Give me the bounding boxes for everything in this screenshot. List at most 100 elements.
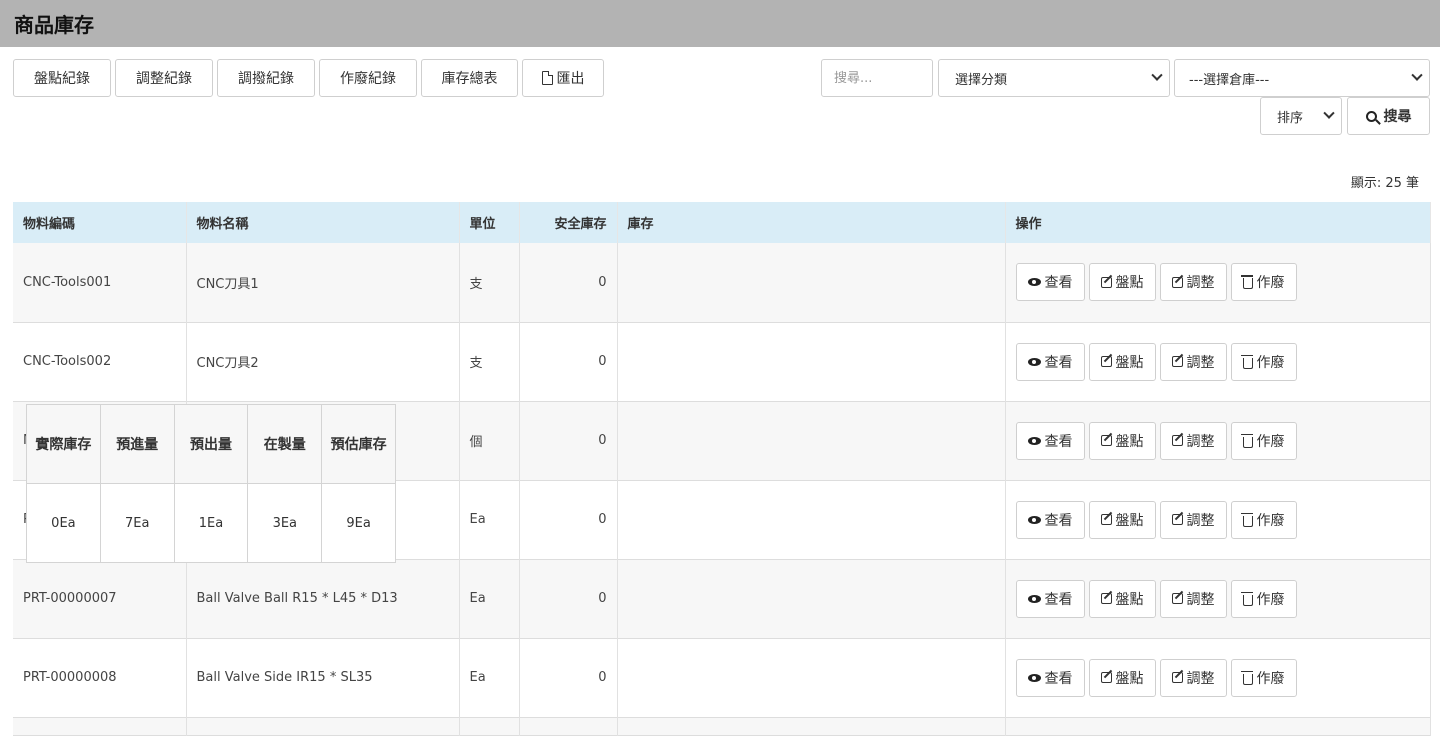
transfer-record-button[interactable]: 調撥紀錄: [217, 59, 315, 97]
adjust-label: 調整: [1186, 591, 1215, 608]
view-label: 查看: [1044, 512, 1073, 529]
actions-cell: 查看 盤點 調整 作廢: [1005, 243, 1431, 322]
actions-cell: 查看 盤點 調整 作廢: [1005, 480, 1431, 559]
export-button[interactable]: 匯出: [522, 59, 604, 97]
stock-header-cell: 預進量: [99, 404, 175, 484]
safety-stock: 0: [519, 322, 618, 401]
view-label: 查看: [1044, 670, 1073, 687]
edit-icon: [1100, 514, 1112, 525]
void-button[interactable]: 作廢: [1230, 500, 1297, 539]
view-button[interactable]: 查看: [1015, 342, 1085, 381]
safety-stock: 0: [519, 243, 618, 322]
stocktake-button[interactable]: 盤點: [1088, 658, 1156, 697]
edit-icon: [1171, 514, 1183, 525]
table-row: PRT-00000008 Ball Valve Side IR15 * SL35…: [13, 404, 1431, 717]
table-row: CNC-Tools002 CNC刀具2 支 0 實際庫存預進量預出量在製量預估庫…: [13, 322, 1431, 563]
eye-icon: [1027, 673, 1041, 682]
table-row: CNC-Tools001 CNC刀具1 支 0 實際庫存預進量預出量在製量預估庫…: [13, 243, 1431, 563]
eye-icon: [1027, 594, 1041, 603]
search-button[interactable]: 搜尋: [1347, 97, 1430, 135]
warehouse-select[interactable]: ---選擇倉庫---: [1174, 59, 1430, 97]
edit-icon: [1100, 593, 1112, 604]
material-code: CNC-Tools001: [13, 243, 187, 322]
file-icon: [541, 70, 553, 85]
column-header-safety-stock[interactable]: 安全庫存: [519, 202, 618, 243]
edit-icon: [1100, 356, 1112, 367]
trash-icon: [1241, 433, 1253, 448]
adjust-label: 調整: [1186, 670, 1215, 687]
edit-icon: [1171, 356, 1183, 367]
eye-icon: [1027, 515, 1041, 524]
safety-stock: 0: [519, 638, 618, 717]
edit-icon: [1171, 435, 1183, 446]
actions-cell: 查看 盤點 調整 作廢: [1005, 401, 1431, 480]
stocktake-button[interactable]: 盤點: [1088, 263, 1156, 302]
trash-icon: [1241, 670, 1253, 685]
column-header-unit[interactable]: 單位: [459, 202, 520, 243]
void-label: 作廢: [1256, 670, 1285, 687]
stocktake-button[interactable]: 盤點: [1088, 342, 1156, 381]
void-button[interactable]: 作廢: [1230, 263, 1297, 302]
adjust-button[interactable]: 調整: [1159, 579, 1227, 618]
column-header-code[interactable]: 物料編碼: [13, 202, 187, 243]
category-select-value: 選擇分類: [955, 72, 1008, 88]
void-button[interactable]: 作廢: [1230, 342, 1297, 381]
category-select[interactable]: 選擇分類: [938, 59, 1170, 97]
view-button[interactable]: 查看: [1015, 263, 1085, 302]
adjust-button[interactable]: 調整: [1159, 658, 1227, 697]
sort-select[interactable]: 排序: [1260, 97, 1342, 135]
search-input[interactable]: [821, 59, 933, 97]
view-button[interactable]: 查看: [1015, 579, 1085, 618]
trash-icon: [1241, 512, 1253, 527]
stock-cell: 實際庫存預進量預出量在製量預估庫存 150個0個0個0個150個: [26, 401, 1006, 563]
adjust-button[interactable]: 調整: [1159, 500, 1227, 539]
stock-header-cell: 在製量: [247, 404, 323, 484]
stock-value-cell: 1Ea: [173, 483, 249, 563]
adjust-label: 調整: [1186, 512, 1215, 529]
adjust-button[interactable]: 調整: [1159, 421, 1227, 460]
void-label: 作廢: [1256, 512, 1285, 529]
stocktake-button[interactable]: 盤點: [1088, 500, 1156, 539]
material-name: Ball Valve Side IR15 * SL35: [186, 638, 460, 717]
stock-summary-button[interactable]: 庫存總表: [421, 59, 518, 97]
stock-cell: 實際庫存預進量預出量在製量預估庫存 -34支1支2支0支-35支: [26, 322, 1006, 563]
stock-value-cell: 7Ea: [99, 483, 175, 563]
column-header-stock: 庫存: [617, 202, 1006, 243]
actions-cell: 查看 盤點 調整 作廢: [1005, 559, 1431, 638]
unit: 支: [459, 243, 520, 322]
safety-stock: 0: [519, 401, 618, 480]
stock-cell: 實際庫存預進量預出量在製量預估庫存 597支0支2支0支595支: [26, 243, 1006, 563]
stock-header-cell: 實際庫存: [26, 404, 101, 484]
stocktake-label: 盤點: [1115, 670, 1144, 687]
count-record-button[interactable]: 盤點紀錄: [13, 59, 111, 97]
adjust-button[interactable]: 調整: [1159, 342, 1227, 381]
material-name: CNC刀具2: [186, 322, 460, 401]
column-header-name[interactable]: 物料名稱: [186, 202, 460, 243]
material-code: PRT-00000007: [13, 559, 187, 638]
adjust-record-button[interactable]: 調整紀錄: [115, 59, 213, 97]
stock-value-cell: 3Ea: [247, 483, 323, 563]
trash-icon: [1241, 275, 1253, 290]
adjust-button[interactable]: 調整: [1159, 263, 1227, 302]
export-label: 匯出: [556, 71, 585, 87]
void-button[interactable]: 作廢: [1230, 579, 1297, 618]
chevron-down-icon: [1411, 69, 1423, 81]
edit-icon: [1100, 435, 1112, 446]
column-header-actions: 操作: [1005, 202, 1431, 243]
view-button[interactable]: 查看: [1015, 658, 1085, 697]
warehouse-select-value: ---選擇倉庫---: [1189, 72, 1270, 88]
view-button[interactable]: 查看: [1015, 500, 1085, 539]
view-button[interactable]: 查看: [1015, 421, 1085, 460]
title-bar: 商品庫存: [0, 0, 1440, 47]
stocktake-label: 盤點: [1115, 591, 1144, 608]
table-row: PRT-00000007 Ball Valve Ball R15 * L45 *…: [13, 404, 1431, 638]
edit-icon: [1100, 672, 1112, 683]
trash-icon: [1241, 354, 1253, 369]
stocktake-button[interactable]: 盤點: [1088, 421, 1156, 460]
stock-cell: 實際庫存預進量預出量在製量預估庫存 0Ea4Ea5Ea0Ea-1Ea: [26, 404, 1006, 638]
void-button[interactable]: 作廢: [1230, 421, 1297, 460]
inventory-table: 物料編碼 物料名稱 單位 安全庫存 庫存 操作 CNC-Tools001 CNC…: [13, 202, 1431, 736]
void-record-button[interactable]: 作廢紀錄: [319, 59, 417, 97]
stocktake-button[interactable]: 盤點: [1088, 579, 1156, 618]
void-button[interactable]: 作廢: [1230, 658, 1297, 697]
